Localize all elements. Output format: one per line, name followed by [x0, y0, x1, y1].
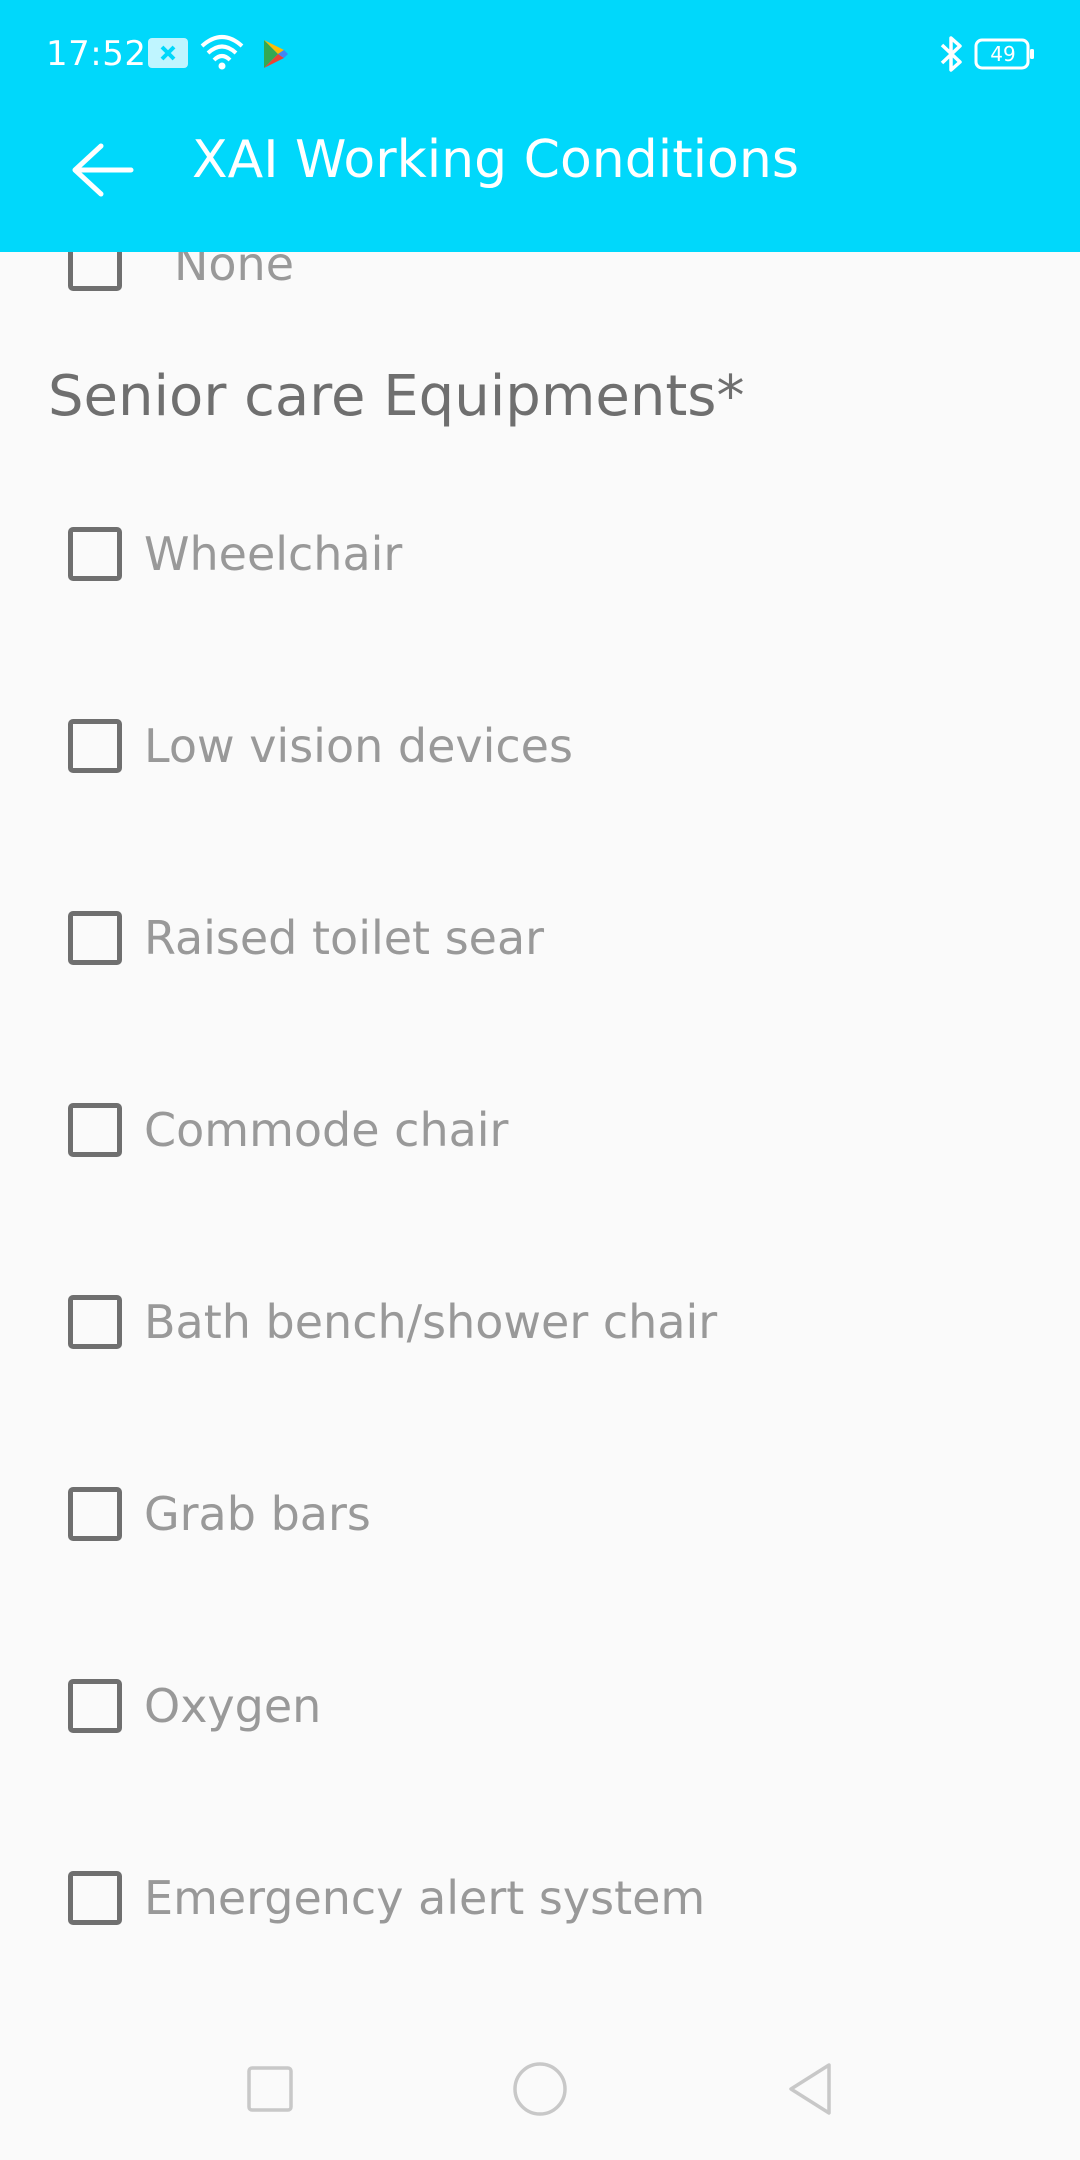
checkbox-row-grab-bars[interactable]: Grab bars: [68, 1484, 371, 1544]
checkbox[interactable]: [68, 911, 122, 965]
bluetooth-icon: [938, 34, 966, 78]
status-bar: 17:52 49: [0, 0, 1080, 110]
checkbox[interactable]: [68, 1871, 122, 1925]
back-triangle-icon: [789, 2063, 831, 2115]
checkbox-label: Raised toilet sear: [144, 911, 545, 965]
play-store-icon: [262, 38, 290, 74]
app-bar: 17:52 49 XAI Working Conditions: [0, 0, 1080, 252]
checkbox-row-oxygen[interactable]: Oxygen: [68, 1676, 321, 1736]
home-icon: [513, 2062, 567, 2116]
recents-button[interactable]: [230, 2058, 310, 2120]
checkbox-label: Oxygen: [144, 1679, 322, 1733]
checkbox-label: Low vision devices: [144, 719, 573, 773]
form-content: None Senior care Equipments* Wheelchair …: [0, 0, 1080, 2160]
checkbox[interactable]: [68, 719, 122, 773]
back-nav-button[interactable]: [770, 2058, 850, 2120]
checkbox-label: Wheelchair: [144, 527, 403, 581]
checkbox[interactable]: [68, 1487, 122, 1541]
checkbox-row-raised-toilet-seat[interactable]: Raised toilet sear: [68, 908, 544, 968]
back-button[interactable]: [58, 130, 148, 210]
checkbox-label: Emergency alert system: [144, 1871, 706, 1925]
status-time: 17:52: [46, 34, 147, 74]
checkbox[interactable]: [68, 527, 122, 581]
notification-icon: [148, 38, 188, 72]
home-button[interactable]: [500, 2058, 580, 2120]
checkbox-row-wheelchair[interactable]: Wheelchair: [68, 524, 402, 584]
wifi-icon: [200, 34, 244, 74]
checkbox-row-commode-chair[interactable]: Commode chair: [68, 1100, 508, 1160]
checkbox[interactable]: [68, 1295, 122, 1349]
checkbox-label: Commode chair: [144, 1103, 509, 1157]
checkbox-row-bath-bench[interactable]: Bath bench/shower chair: [68, 1292, 717, 1352]
checkbox-row-emergency-alert-system[interactable]: Emergency alert system: [68, 1868, 705, 1928]
checkbox-label: Grab bars: [144, 1487, 371, 1541]
checkbox-row-low-vision-devices[interactable]: Low vision devices: [68, 716, 573, 776]
checkbox[interactable]: [68, 1103, 122, 1157]
battery-icon: 49: [974, 38, 1036, 74]
checkbox-label: Bath bench/shower chair: [144, 1295, 718, 1349]
recents-icon: [247, 2066, 293, 2112]
section-title: Senior care Equipments*: [48, 364, 745, 429]
arrow-left-icon: [72, 143, 134, 197]
checkbox[interactable]: [68, 1679, 122, 1733]
battery-level: 49: [990, 42, 1016, 66]
page-title: XAI Working Conditions: [192, 130, 799, 190]
